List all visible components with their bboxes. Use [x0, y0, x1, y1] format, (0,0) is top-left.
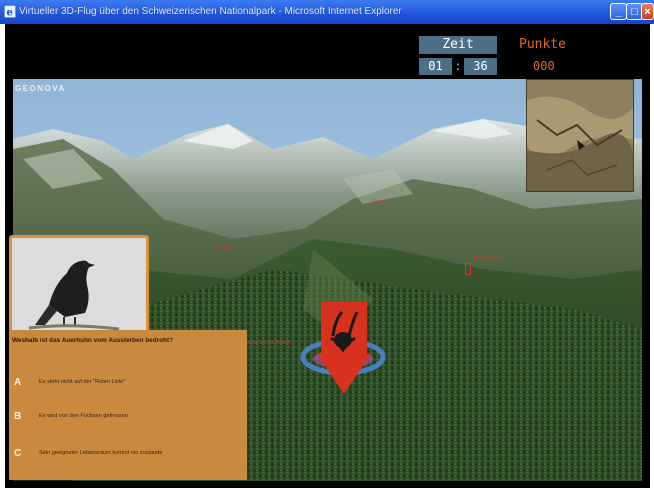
time-minutes: 01: [419, 58, 452, 75]
geonova-logo: GEONOVA: [15, 84, 66, 93]
minimize-button[interactable]: _: [610, 3, 627, 20]
quiz-question: Weshalb ist das Auerhuhn vom Aussterben …: [12, 337, 173, 344]
answer-text: Es wird von den Füchsen gefressen: [39, 413, 128, 419]
answer-option-a[interactable]: A Es steht nicht auf der "Roten Liste": [9, 374, 247, 394]
place-label: Il Fuorn: [214, 245, 231, 251]
close-button[interactable]: ×: [641, 3, 654, 20]
ibex-warning-sign-icon[interactable]: [297, 302, 389, 398]
answer-option-c[interactable]: C Sein geeigneter Lebensraum kommt nie z…: [9, 445, 247, 465]
capercaillie-photo: [9, 235, 149, 336]
location-marker: [465, 263, 471, 275]
hud: Zeit 01 : 36 Punkte 000: [5, 24, 650, 79]
map-terrain: [527, 80, 633, 191]
game-stage: Zeit 01 : 36 Punkte 000 GEONOVA Fuorn Il…: [5, 24, 650, 488]
title-bar: e Virtueller 3D-Flug über den Schweizeri…: [0, 0, 654, 24]
place-label: Fuorn: [372, 199, 386, 205]
score-label: Punkte: [519, 37, 566, 52]
score-value: 000: [533, 59, 555, 73]
answer-letter: A: [14, 377, 22, 388]
answer-text: Es steht nicht auf der "Roten Liste": [39, 379, 126, 385]
ie-icon: e: [4, 5, 16, 18]
browser-window: e Virtueller 3D-Flug über den Schweizeri…: [0, 0, 654, 490]
answer-option-b[interactable]: B Es wird von den Füchsen gefressen: [9, 408, 247, 428]
overview-map[interactable]: [526, 79, 634, 192]
answer-letter: B: [14, 411, 22, 422]
window-title: Virtueller 3D-Flug über den Schweizerisc…: [19, 6, 402, 17]
place-label: Fuorcla Val dal Botsch: [241, 340, 291, 346]
time-label: Zeit: [419, 36, 497, 54]
time-separator: :: [454, 59, 462, 73]
quiz-panel: Weshalb ist das Auerhuhn vom Aussterben …: [9, 330, 247, 480]
svg-text:e: e: [7, 8, 13, 19]
time-seconds: 36: [464, 58, 497, 75]
bird-icon: [12, 238, 146, 333]
answer-letter: C: [14, 448, 22, 459]
place-label: Alp Buffalora: [473, 256, 502, 262]
answer-text: Sein geeigneter Lebensraum kommt nie zus…: [39, 450, 163, 456]
